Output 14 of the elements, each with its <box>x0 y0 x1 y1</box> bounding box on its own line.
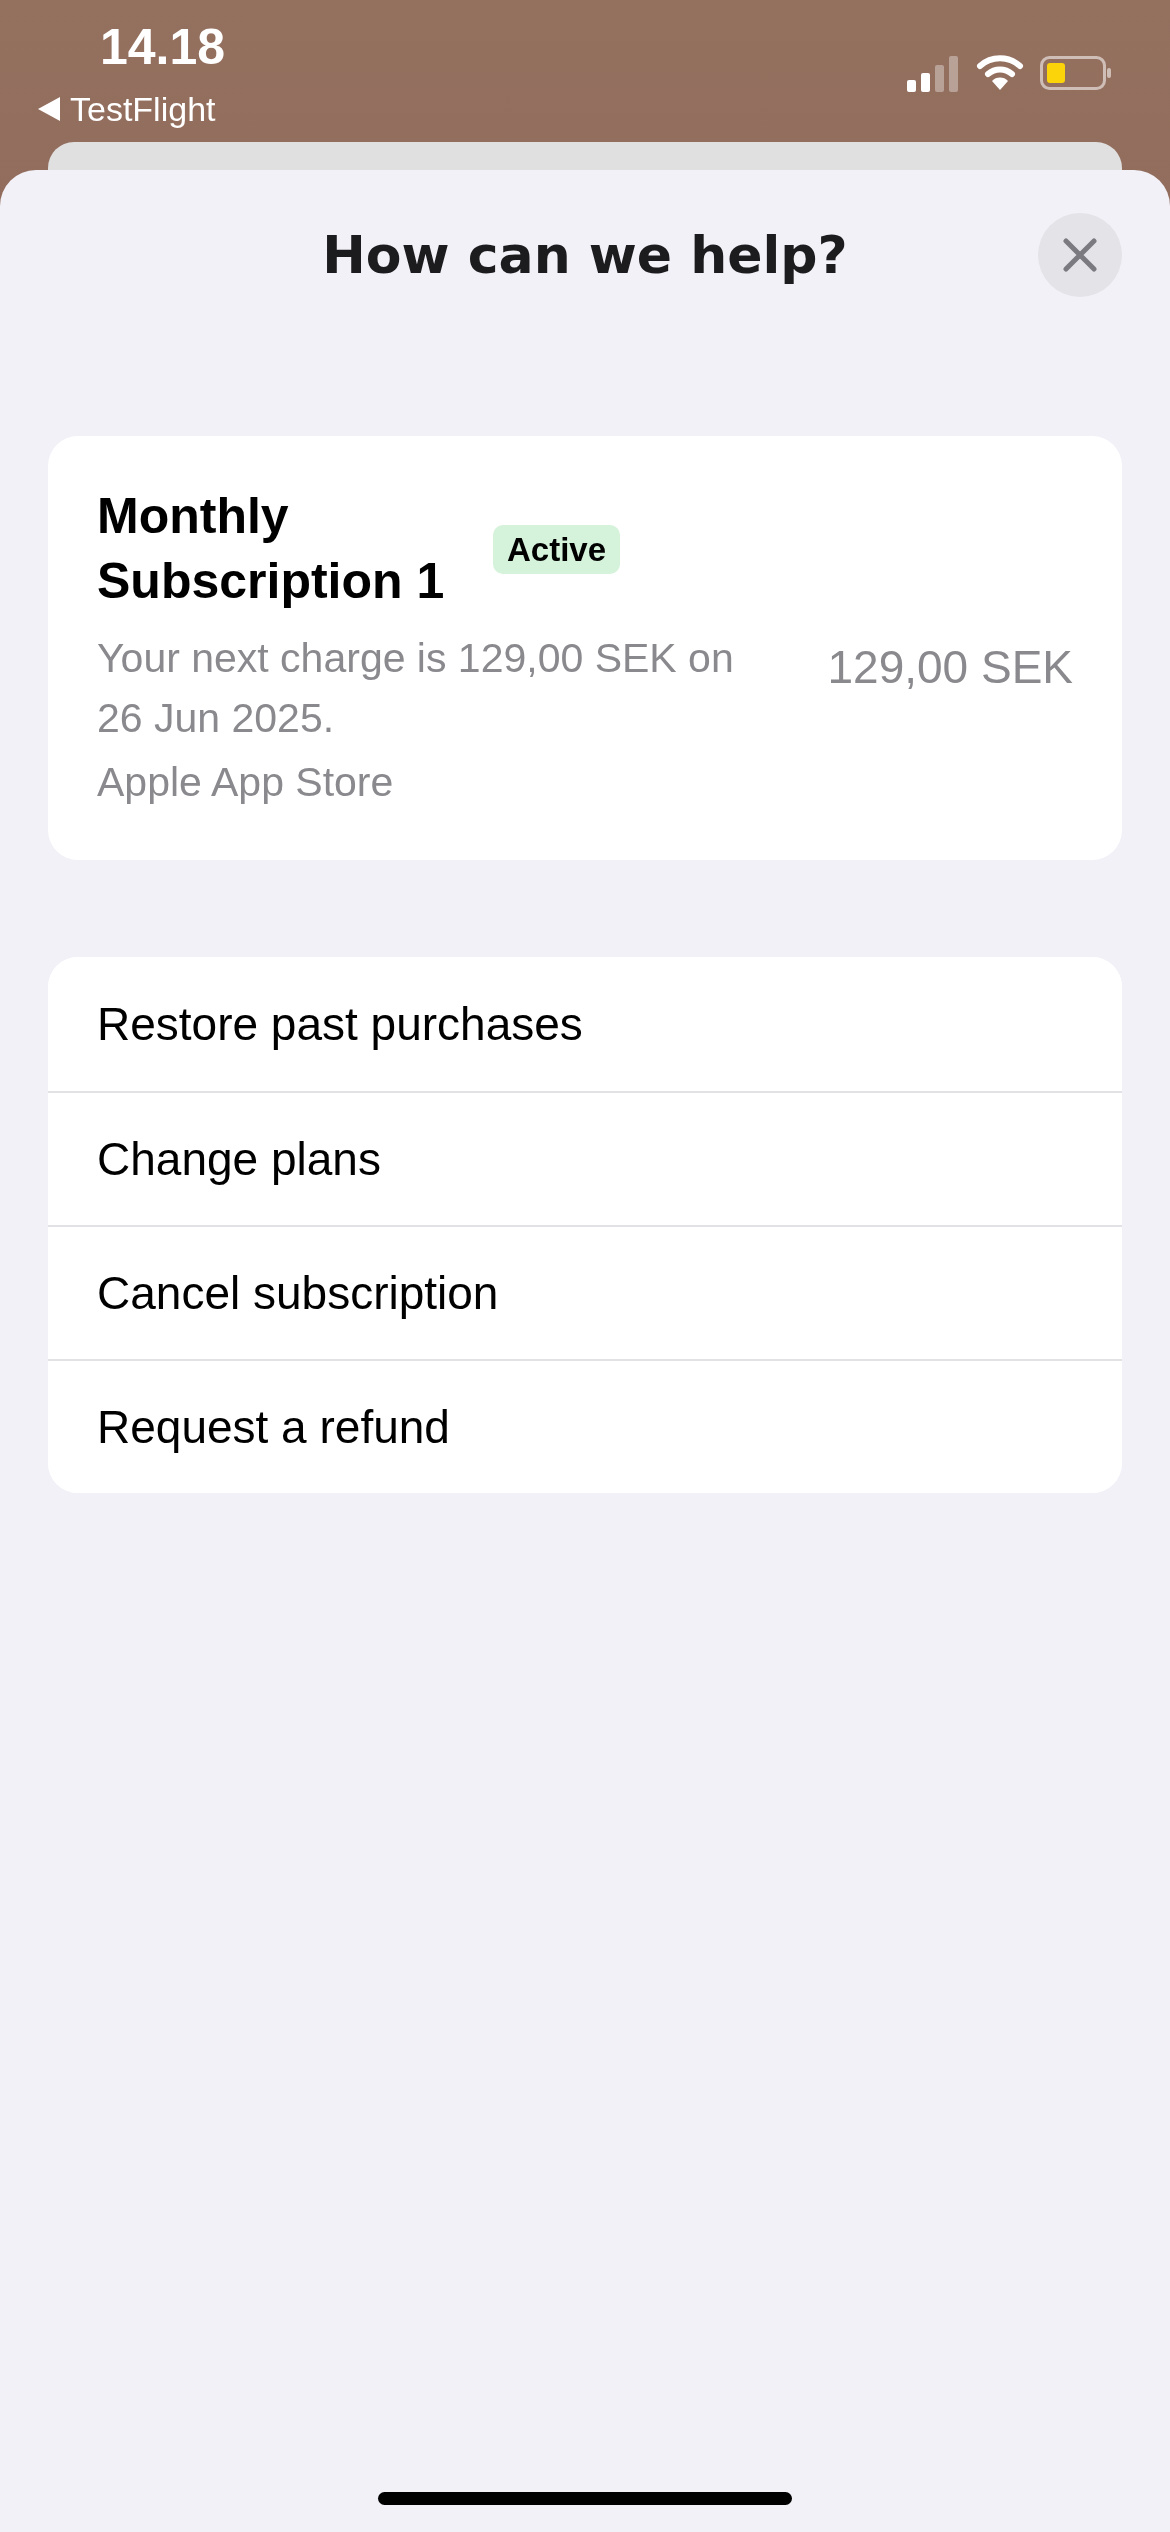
wifi-icon <box>976 54 1024 90</box>
close-icon <box>1063 238 1097 272</box>
store-name: Apple App Store <box>97 758 395 807</box>
status-time: 14.18 <box>100 22 226 72</box>
sheet-title: How can we help? <box>321 224 849 287</box>
signal-icon <box>907 56 959 92</box>
action-row[interactable]: Request a refund <box>48 1359 1122 1493</box>
back-triangle-icon <box>38 97 60 121</box>
back-to-app-link[interactable]: TestFlight <box>38 92 216 126</box>
battery-icon <box>1040 56 1112 90</box>
subscription-price: 129,00 SEK <box>827 644 1073 695</box>
subscription-name: Monthly Subscription 1 <box>97 487 446 611</box>
status-badge: Active <box>493 524 621 574</box>
next-charge-text: Your next charge is 129,00 SEK on 26 Jun 2025. <box>97 634 735 743</box>
